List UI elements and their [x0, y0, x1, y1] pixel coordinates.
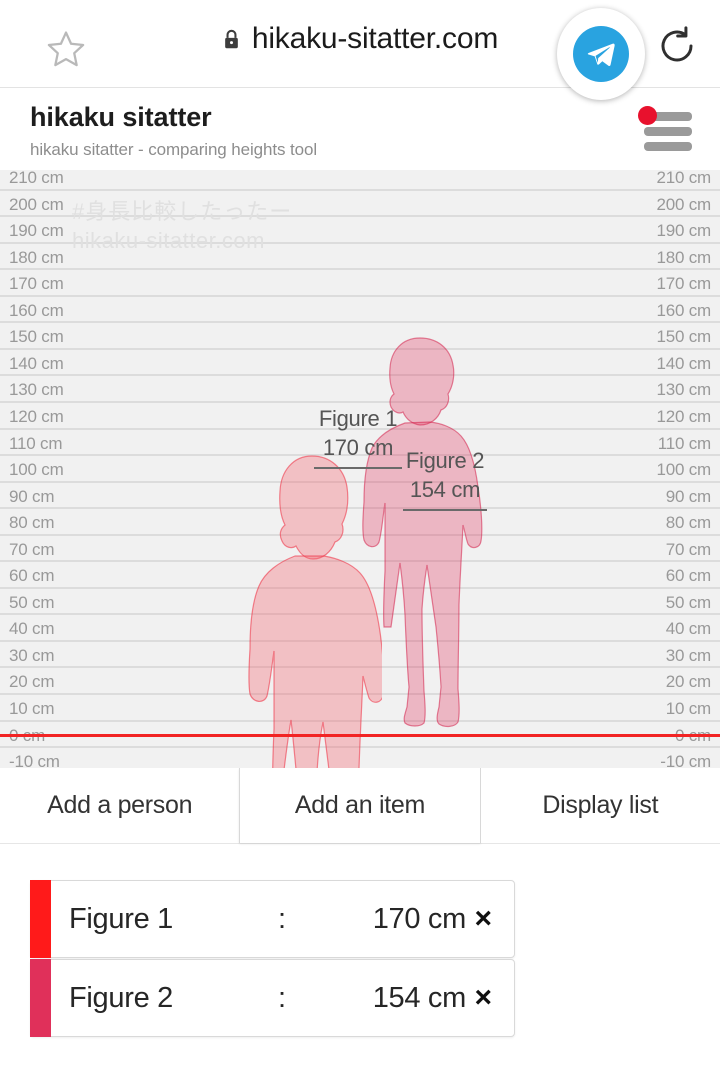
hamburger-menu-icon[interactable] — [638, 106, 692, 154]
menu-bar-bottom — [644, 142, 692, 151]
color-swatch — [30, 959, 51, 1037]
add-person-button[interactable]: Add a person — [0, 768, 240, 843]
notification-dot — [638, 106, 657, 125]
chart-baseline — [0, 733, 720, 737]
figure-2-annotation-height: 154 cm — [403, 477, 487, 511]
color-swatch — [30, 880, 51, 958]
list-item-value: 170 cm — [372, 902, 467, 935]
display-list-button[interactable]: Display list — [480, 768, 720, 843]
reload-icon[interactable] — [656, 25, 698, 67]
figure-1-annotation: Figure 1 170 cm — [314, 406, 402, 469]
lock-icon — [222, 28, 241, 51]
figure-1-annotation-height: 170 cm — [314, 435, 402, 469]
figure-1-annotation-name: Figure 1 — [318, 406, 398, 431]
list-item-separator: : — [278, 981, 287, 1014]
list-item[interactable]: Figure 1: 170 cm × — [30, 880, 515, 958]
browser-toolbar: hikaku-sitatter.com — [0, 0, 720, 100]
add-item-button[interactable]: Add an item — [239, 768, 481, 843]
list-item-name: Figure 1 — [69, 902, 173, 935]
remove-item-button[interactable]: × — [474, 904, 492, 934]
figure-2-annotation-name: Figure 2 — [405, 448, 485, 473]
list-item-name: Figure 2 — [69, 981, 173, 1014]
list-item-separator: : — [278, 902, 287, 935]
list-item-value: 154 cm — [372, 981, 467, 1014]
figure-list: Figure 1:170 cm × Figure 2:154 cm × — [0, 844, 720, 1037]
telegram-icon — [573, 26, 629, 82]
action-button-row: Add a person Add an item Display list — [0, 768, 720, 844]
list-item[interactable]: Figure 2: 154 cm × — [30, 959, 515, 1037]
figures-layer — [0, 170, 720, 768]
figure-1-silhouette[interactable] — [243, 453, 382, 768]
height-comparison-chart: 210 cm 210 cm 200 cm 200 cm 190 cm 190 cm 180 … — [0, 170, 720, 768]
page-subtitle: hikaku sitatter - comparing heights tool — [30, 140, 318, 159]
share-telegram-button[interactable] — [557, 8, 645, 100]
remove-item-button[interactable]: × — [474, 983, 492, 1013]
site-header: hikaku sitatter hikaku sitatter - compar… — [0, 88, 720, 170]
page-title: hikaku sitatter — [30, 102, 212, 132]
menu-bar-middle — [644, 127, 692, 136]
figure-2-annotation: Figure 2 154 cm — [403, 448, 487, 511]
url-text: hikaku-sitatter.com — [251, 22, 499, 55]
